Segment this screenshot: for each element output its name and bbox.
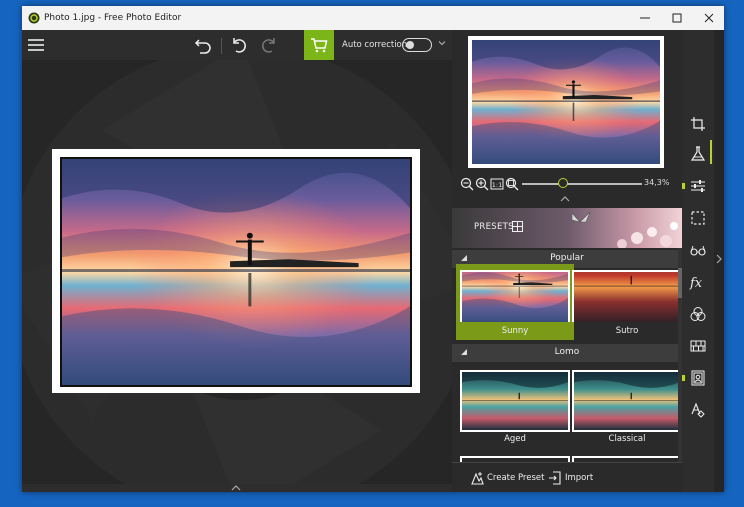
title-bar: Photo 1.jpg - Free Photo Editor [22,6,724,30]
create-preset-icon [471,472,484,485]
auto-correction-label: Auto correction [342,40,408,50]
zoom-value: 34,3% [644,178,670,187]
glasses-icon [690,245,706,256]
tool-presets[interactable] [688,144,708,164]
tool-selection[interactable] [688,208,708,228]
preset-caption: Sunny [501,326,529,336]
preset-thumb-sunny[interactable]: Sunny [456,264,574,340]
tool-crop[interactable] [688,114,708,134]
zoom-controls: 1:1 34,3% [460,176,674,192]
canvas-bottom-bar [22,484,452,492]
auto-correction-toggle[interactable] [402,38,432,52]
preset-image [572,270,682,322]
tool-portrait[interactable] [688,368,708,388]
toolbar-divider [221,38,222,54]
presets-banner[interactable]: PRESETS [452,208,682,248]
frame-grid-icon [690,340,706,352]
create-preset-button[interactable]: Create Preset [470,471,544,485]
maximize-icon [672,13,682,23]
preset-caption: Sutro [615,326,639,336]
tool-effects[interactable]: fx [688,272,708,292]
actual-size-icon[interactable]: 1:1 [490,177,504,191]
fit-to-screen-icon[interactable] [505,177,519,191]
indicator-dot [682,375,685,381]
presets-actions-bar: Create Preset Import [452,462,682,492]
app-logo-icon [28,12,40,24]
presets-panel: 1:1 34,3% PRESETS Popular Sunny Sutro Lo… [452,30,682,492]
edited-photo[interactable] [60,157,412,387]
minimize-button[interactable] [630,6,660,30]
close-button[interactable] [694,6,724,30]
cart-button[interactable] [304,30,334,60]
undo-all-button[interactable] [192,34,214,56]
undo-icon [233,38,246,53]
section-header-lomo[interactable]: Lomo [452,344,682,362]
create-preset-label: Create Preset [487,473,545,483]
import-label: Import [565,473,594,483]
chevron-up-icon[interactable] [560,196,570,202]
maximize-button[interactable] [662,6,692,30]
redo-icon [262,38,275,53]
navigator-thumbnail [472,40,660,164]
indicator-dot [682,183,685,189]
edited-photo-frame [52,149,420,393]
tools-sidebar: fx [682,30,714,492]
photo-canvas[interactable] [22,60,452,484]
close-icon [704,13,714,23]
zoom-slider-handle[interactable] [557,178,568,188]
color-circles-icon [690,307,706,321]
preset-caption: Aged [504,434,526,444]
window-title: Photo 1.jpg - Free Photo Editor [44,13,182,23]
zoom-in-icon[interactable] [475,177,489,191]
import-button[interactable]: Import [548,471,593,485]
section-title: Lomo [554,347,580,357]
undo-all-icon [194,39,211,54]
flask-icon [690,146,706,161]
chevron-right-icon[interactable] [716,254,722,264]
section-title: Popular [550,253,584,263]
zoom-slider-track[interactable] [522,183,642,185]
sliders-icon [691,180,705,192]
tool-frames[interactable] [688,336,708,356]
preset-image [460,370,570,432]
preset-image [572,370,682,432]
svg-text:1:1: 1:1 [492,181,502,189]
main-toolbar: Auto correction [22,30,452,60]
fx-icon: fx [689,276,703,290]
tool-text[interactable] [688,400,708,420]
tool-retouch[interactable] [688,240,708,260]
text-shapes-icon [691,402,705,418]
preset-thumb-aged[interactable]: Aged [460,370,570,450]
tool-color[interactable] [688,304,708,324]
preset-image [460,270,570,322]
presets-banner-label: PRESETS [474,222,514,232]
svg-text:fx: fx [689,276,703,290]
active-tool-indicator [710,140,712,164]
zoom-out-icon[interactable] [460,177,474,191]
navigator-preview[interactable] [468,36,664,168]
panel-edge-strip [714,30,724,492]
grid-view-icon[interactable] [512,221,523,232]
import-icon [549,471,561,485]
tool-adjustments[interactable] [688,176,708,196]
preset-thumb-sutro[interactable]: Sutro [572,270,682,340]
hamburger-menu-icon[interactable] [27,37,45,53]
selection-icon [691,211,705,225]
shopping-cart-icon [311,38,328,53]
redo-button[interactable] [258,34,280,56]
preset-caption: Classical [608,434,646,444]
crop-icon [691,117,705,131]
app-window: Photo 1.jpg - Free Photo Editor Auto cor… [22,6,724,492]
chevron-up-icon[interactable] [231,485,241,491]
chevron-down-icon[interactable] [438,39,446,47]
preset-thumb-classical[interactable]: Classical [572,370,682,450]
toggle-knob [406,41,414,49]
portrait-icon [691,370,705,386]
undo-button[interactable] [228,34,250,56]
minimize-icon [640,17,650,19]
